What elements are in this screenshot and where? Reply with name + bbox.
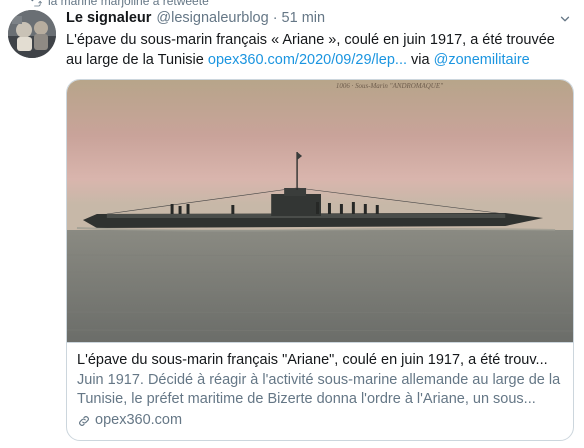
via-text: via (407, 52, 434, 68)
tweet-header: Le signaleur @lesignaleurblog · 51 min (66, 8, 574, 28)
chevron-down-icon[interactable] (558, 12, 572, 26)
retweet-icon (31, 0, 42, 7)
retweet-context[interactable]: la marine marjoline a retweeté (30, 0, 209, 8)
avatar[interactable] (8, 10, 56, 58)
card-domain: opex360.com (77, 411, 563, 430)
link-icon (79, 415, 89, 426)
user-handle[interactable]: @lesignaleurblog (156, 8, 268, 28)
mention-link[interactable]: @zonemilitaire (434, 52, 530, 68)
article-link[interactable]: opex360.com/2020/09/29/lep... (208, 52, 407, 68)
tweet[interactable]: Le signaleur @lesignaleurblog · 51 min L… (66, 8, 574, 70)
card-domain-text: opex360.com (95, 412, 183, 428)
card-info: L'épave du sous-marin français "Ariane",… (67, 342, 573, 430)
separator-dot: · (272, 10, 278, 26)
tweet-text: L'épave du sous-marin français « Ariane … (66, 30, 566, 70)
card-title: L'épave du sous-marin français "Ariane",… (77, 352, 548, 368)
card-description: Juin 1917. Décidé à réagir à l'activité … (77, 372, 561, 407)
card-image[interactable]: 1006 · Sous-Marin "ANDROMAQUE" (67, 80, 573, 342)
tweet-timestamp[interactable]: 51 min (282, 8, 326, 28)
link-preview-card[interactable]: 1006 · Sous-Marin "ANDROMAQUE" L'épave d… (66, 79, 574, 441)
card-image-caption: 1006 · Sous-Marin "ANDROMAQUE" (336, 82, 443, 90)
display-name[interactable]: Le signaleur (66, 8, 151, 28)
retweet-text: la marine marjoline a retweeté (48, 0, 209, 8)
